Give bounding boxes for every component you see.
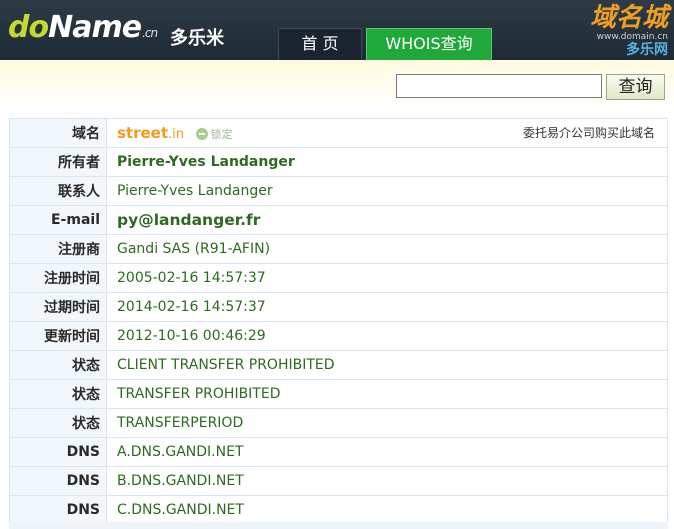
site-logo[interactable]: doName.cn [8, 10, 158, 45]
lock-label: 锁定 [210, 128, 233, 141]
row-value: 2012-10-16 00:46:29 [106, 321, 668, 351]
table-row: 更新时间 2012-10-16 00:46:29 [9, 321, 668, 351]
table-row: 注册时间 2005-02-16 14:57:37 [9, 263, 668, 293]
watermark-url: www.domain.cn [596, 32, 668, 42]
logo-suffix: .cn [142, 26, 158, 40]
table-row: DNS B.DNS.GANDI.NET [9, 466, 668, 496]
row-value: Gandi SAS (R91-AFIN) [106, 234, 668, 264]
row-value: TRANSFERPERIOD [106, 408, 668, 438]
row-label: 联系人 [9, 176, 107, 206]
watermark-sub: 多乐网 [626, 42, 668, 58]
logo-part2: Name [48, 10, 142, 45]
table-row: 过期时间 2014-02-16 14:57:37 [9, 292, 668, 322]
row-value: py@landanger.fr [106, 205, 668, 235]
watermark-title: 域名城 [589, 3, 668, 33]
table-row: DNS A.DNS.GANDI.NET [9, 437, 668, 467]
logo-part1: do [8, 10, 49, 45]
row-label: 更新时间 [9, 321, 107, 351]
row-value: 2005-02-16 14:57:37 [106, 263, 668, 293]
row-label: 状态 [9, 350, 107, 380]
table-bottom-strip [9, 522, 668, 529]
row-value: B.DNS.GANDI.NET [106, 466, 668, 496]
row-label: 状态 [9, 379, 107, 409]
tab-whois[interactable]: WHOIS查询 [366, 28, 492, 60]
table-row: 联系人 Pierre-Yves Landanger [9, 176, 668, 206]
row-value: 2014-02-16 14:57:37 [106, 292, 668, 322]
table-row: 状态 TRANSFER PROHIBITED [9, 379, 668, 409]
table-row: 注册商 Gandi SAS (R91-AFIN) [9, 234, 668, 264]
row-label: 状态 [9, 408, 107, 438]
row-label: DNS [9, 466, 107, 496]
row-label: 所有者 [9, 147, 107, 177]
row-label: 域名 [9, 118, 107, 148]
row-label: DNS [9, 437, 107, 467]
row-value: Pierre-Yves Landanger [106, 176, 668, 206]
row-label: DNS [9, 495, 107, 525]
table-row: 状态 CLIENT TRANSFER PROHIBITED [9, 350, 668, 380]
row-value: C.DNS.GANDI.NET [106, 495, 668, 525]
domain-name[interactable]: street [117, 124, 168, 142]
row-value: CLIENT TRANSFER PROHIBITED [106, 350, 668, 380]
tab-home[interactable]: 首 页 [278, 28, 362, 60]
row-label: 注册商 [9, 234, 107, 264]
table-row: DNS C.DNS.GANDI.NET [9, 495, 668, 525]
table-row: 状态 TRANSFERPERIOD [9, 408, 668, 438]
row-label: 过期时间 [9, 292, 107, 322]
row-label: 注册时间 [9, 263, 107, 293]
table-row: 域名 street.in 锁定 委托易介公司购买此域名 [9, 118, 668, 148]
whois-table: 域名 street.in 锁定 委托易介公司购买此域名 所有者 Pierre-Yv… [9, 118, 668, 525]
watermark: 域名城 www.domain.cn 多乐网 [590, 4, 668, 58]
search-button[interactable]: 查询 [606, 74, 665, 100]
row-value: Pierre-Yves Landanger [106, 147, 668, 177]
brand-name: 多乐米 [170, 28, 224, 49]
domain-cell: street.in 锁定 委托易介公司购买此域名 [106, 118, 668, 148]
site-header: doName.cn 多乐米 首 页 WHOIS查询 域名城 www.domain… [0, 0, 674, 60]
broker-link[interactable]: 委托易介公司购买此域名 [523, 124, 667, 141]
table-row: 所有者 Pierre-Yves Landanger [9, 147, 668, 177]
table-row: E-mail py@landanger.fr [9, 205, 668, 235]
lock-icon [196, 128, 209, 140]
search-input[interactable] [396, 74, 602, 98]
row-value: TRANSFER PROHIBITED [106, 379, 668, 409]
row-value: A.DNS.GANDI.NET [106, 437, 668, 467]
domain-tld: .in [168, 127, 184, 142]
row-label: E-mail [9, 205, 107, 235]
